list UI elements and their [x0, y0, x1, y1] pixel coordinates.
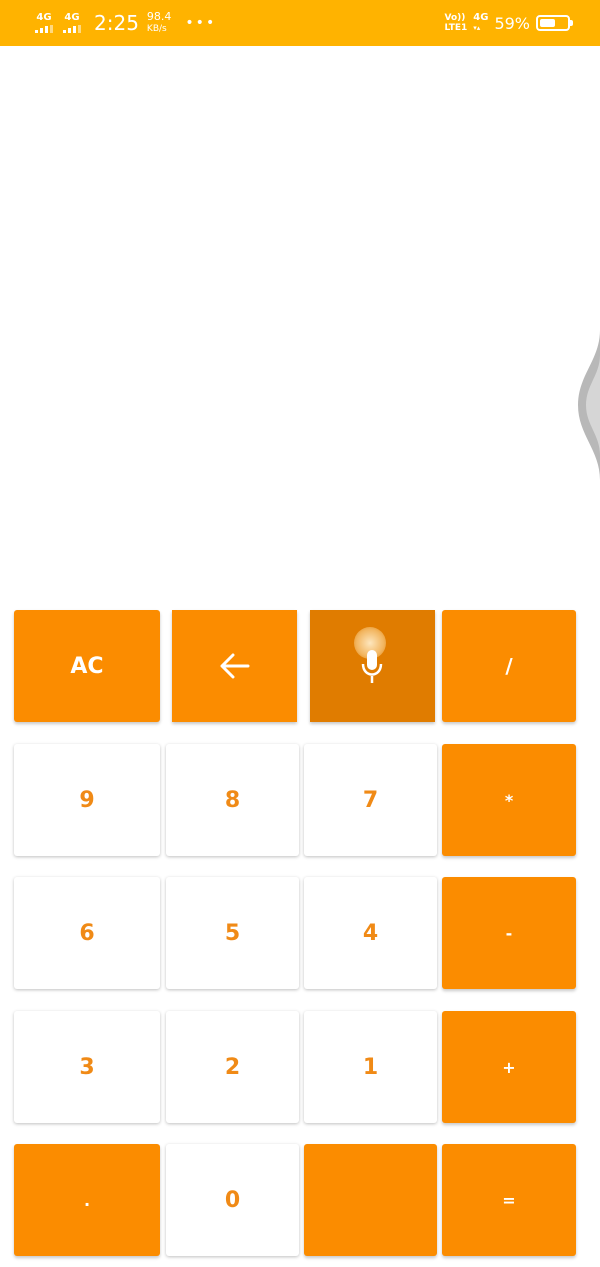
digit-8-button[interactable]: 8 [166, 744, 299, 856]
digit-7-button[interactable]: 7 [304, 744, 437, 856]
digit-3-button[interactable]: 3 [14, 1011, 160, 1123]
subtract-button[interactable]: - [442, 877, 576, 989]
clock: 2:25 [94, 11, 139, 35]
clear-button[interactable]: AC [14, 610, 160, 722]
add-button[interactable]: + [442, 1011, 576, 1123]
decimal-point-button[interactable]: . [14, 1144, 160, 1256]
sim1-signal-icon: 4G [34, 13, 54, 33]
network-speed: 98.4 KB/s [146, 10, 172, 35]
battery-fill [540, 19, 556, 27]
digit-4-button[interactable]: 4 [304, 877, 437, 989]
edge-panel-handle[interactable] [578, 330, 600, 480]
microphone-icon [360, 648, 384, 684]
status-bar: 4G 4G 2:25 98.4 KB/s ••• Vo)) LTE1 4G ▾▴… [0, 0, 600, 46]
digit-2-button[interactable]: 2 [166, 1011, 299, 1123]
digit-1-button[interactable]: 1 [304, 1011, 437, 1123]
divide-button[interactable]: / [442, 610, 576, 722]
calculator-display [0, 46, 600, 606]
digit-6-button[interactable]: 6 [14, 877, 160, 989]
backspace-button[interactable] [172, 610, 297, 722]
volte-icon: Vo)) LTE1 [444, 13, 468, 33]
voice-input-button[interactable] [310, 610, 435, 722]
battery-icon [536, 15, 573, 31]
digit-5-button[interactable]: 5 [166, 877, 299, 989]
arrow-left-icon [220, 653, 250, 679]
more-notifications-icon: ••• [185, 15, 217, 31]
equals-button[interactable]: = [442, 1144, 576, 1256]
battery-percent: 59% [494, 13, 530, 33]
multiply-button[interactable]: * [442, 744, 576, 856]
blank-button[interactable] [304, 1144, 437, 1256]
sim2-signal-icon: 4G [62, 13, 82, 33]
digit-0-button[interactable]: 0 [166, 1144, 299, 1256]
digit-9-button[interactable]: 9 [14, 744, 160, 856]
mobile-data-icon: 4G ▾▴ [473, 12, 489, 33]
